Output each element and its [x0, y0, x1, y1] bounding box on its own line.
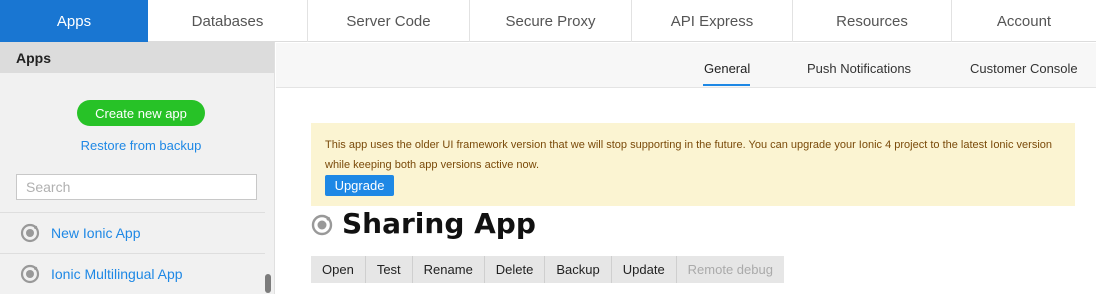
tab-general[interactable]: General — [704, 61, 750, 76]
create-new-app-button[interactable]: Create new app — [77, 100, 205, 126]
remote-debug-button: Remote debug — [687, 262, 773, 277]
tab-resources[interactable]: Resources — [793, 0, 952, 42]
restore-from-backup-link[interactable]: Restore from backup — [0, 138, 282, 153]
backup-button[interactable]: Backup — [545, 256, 612, 283]
test-button[interactable]: Test — [366, 256, 413, 283]
upgrade-button[interactable]: Upgrade — [325, 175, 394, 196]
list-item[interactable]: New Ionic App — [0, 212, 265, 253]
rename-button[interactable]: Rename — [413, 256, 485, 283]
scroll-thumb[interactable] — [265, 274, 271, 293]
sidebar-scrollbar[interactable] — [264, 212, 272, 294]
tab-customer-console[interactable]: Customer Console — [970, 61, 1078, 76]
update-button[interactable]: Update — [612, 256, 677, 283]
tab-databases[interactable]: Databases — [148, 0, 308, 42]
delete-button[interactable]: Delete — [485, 256, 546, 283]
app-actions-toolbar: Open Test Rename Delete Backup Update Re… — [311, 256, 784, 283]
notice-text: This app uses the older UI framework ver… — [325, 139, 1053, 171]
top-nav: Apps Databases Server Code Secure Proxy … — [0, 0, 1096, 42]
tab-push-notifications[interactable]: Push Notifications — [807, 61, 911, 76]
ionic-icon — [20, 223, 40, 243]
list-item[interactable]: Ionic Multilingual App — [0, 253, 265, 294]
active-tab-indicator — [703, 84, 750, 86]
app-name: New Ionic App — [51, 225, 141, 241]
sub-nav: General Push Notifications Customer Cons… — [276, 43, 1096, 88]
ionic-icon — [311, 214, 333, 236]
tab-account[interactable]: Account — [952, 0, 1096, 42]
ionic-icon — [20, 264, 40, 284]
app-list: New Ionic App Ionic Multilingual App — [0, 212, 265, 294]
sidebar-title: Apps — [0, 42, 274, 73]
tab-secure-proxy[interactable]: Secure Proxy — [470, 0, 632, 42]
tab-apps[interactable]: Apps — [0, 0, 148, 42]
upgrade-notice: This app uses the older UI framework ver… — [311, 123, 1075, 206]
page-title: Sharing App — [342, 207, 536, 240]
open-button[interactable]: Open — [311, 256, 366, 283]
tab-server-code[interactable]: Server Code — [308, 0, 470, 42]
app-name: Ionic Multilingual App — [51, 266, 183, 282]
search-input[interactable] — [16, 174, 257, 200]
sidebar: Apps Create new app Restore from backup … — [0, 42, 275, 294]
tab-api-express[interactable]: API Express — [632, 0, 793, 42]
